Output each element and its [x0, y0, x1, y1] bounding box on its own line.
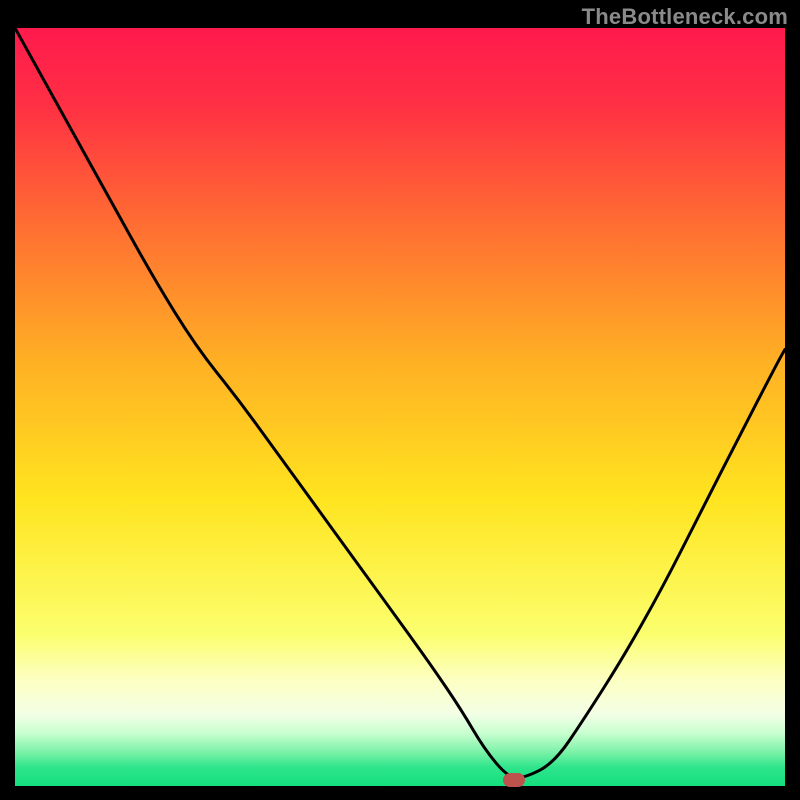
watermark-text: TheBottleneck.com — [582, 4, 788, 30]
plot-background — [15, 28, 785, 786]
optimal-marker — [503, 773, 525, 787]
chart-frame: TheBottleneck.com — [0, 0, 800, 800]
bottleneck-chart — [15, 28, 785, 786]
